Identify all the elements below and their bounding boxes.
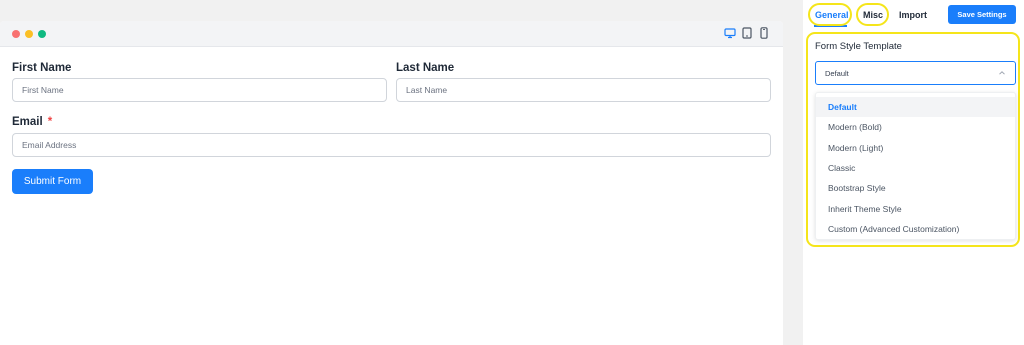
- form-style-dropdown: Default Modern (Bold) Modern (Light) Cla…: [815, 92, 1016, 240]
- window-minimize-dot: [25, 30, 33, 38]
- mobile-icon[interactable]: [758, 27, 770, 39]
- highlight-general-tab: [808, 3, 852, 26]
- email-label: Email *: [12, 116, 52, 128]
- preview-card: [0, 21, 783, 345]
- first-name-input[interactable]: [12, 78, 387, 102]
- tab-import[interactable]: Import: [899, 10, 927, 20]
- option-inherit-theme-style[interactable]: Inherit Theme Style: [816, 199, 1015, 219]
- window-close-dot: [12, 30, 20, 38]
- option-custom-advanced[interactable]: Custom (Advanced Customization): [816, 219, 1015, 239]
- save-settings-button[interactable]: Save Settings: [948, 5, 1016, 24]
- highlight-misc-tab: [856, 3, 889, 26]
- option-default[interactable]: Default: [816, 97, 1015, 117]
- required-mark: *: [47, 116, 53, 128]
- email-input[interactable]: [12, 133, 771, 157]
- form-style-selected-value: Default: [825, 69, 849, 78]
- window-maximize-dot: [38, 30, 46, 38]
- email-label-text: Email: [12, 116, 43, 128]
- tablet-icon[interactable]: [741, 27, 753, 39]
- last-name-input[interactable]: [396, 78, 771, 102]
- option-modern-light[interactable]: Modern (Light): [816, 138, 1015, 158]
- option-bootstrap-style[interactable]: Bootstrap Style: [816, 178, 1015, 198]
- submit-form-button[interactable]: Submit Form: [12, 169, 93, 194]
- form-style-title: Form Style Template: [815, 41, 902, 52]
- option-modern-bold[interactable]: Modern (Bold): [816, 117, 1015, 137]
- option-classic[interactable]: Classic: [816, 158, 1015, 178]
- chevron-up-icon: [999, 71, 1005, 75]
- window-topbar: [0, 21, 783, 47]
- last-name-label: Last Name: [396, 62, 455, 74]
- first-name-label: First Name: [12, 62, 72, 74]
- panel-divider: [783, 0, 803, 345]
- form-style-select[interactable]: Default: [815, 61, 1016, 85]
- desktop-icon[interactable]: [724, 27, 736, 39]
